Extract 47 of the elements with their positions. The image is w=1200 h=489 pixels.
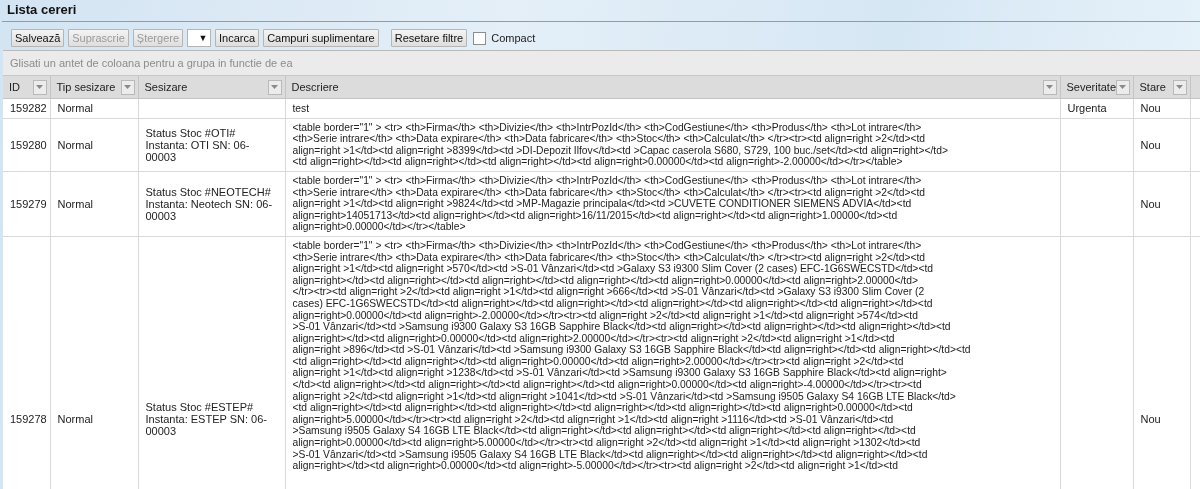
caret-icon [1046,85,1053,89]
description-cell: <table border="1" > <tr> <th>Firma</th> <th>Divizie</th> <th>IntrPozId</th> <th>CodGestiune</th> <th>Produs</th> <th>Lot intrare</th> <th>Serie intrare</th> <th>Data expirare</th> <th>Data fabricare</th> <th>Stoc</th> <th>Calculat</th> </tr><tr><td align=right >2</td><td align=right >1</td><td align=right >8399</td><td >DI-Depozit Ilfov</td><td >Capac caserola S680, S729, 100 buc./set</td><td align=right></td> <td align=right></td><td align=right></td><td align=right></td><td align=right>0.00000</td><td align=right>-2.00000</td></tr></table> [292,121,948,168]
toolbar-button[interactable]: Campuri suplimentare [263,29,379,47]
caret-icon [36,85,43,89]
caret-icon [124,85,131,89]
caret-icon [271,85,278,89]
column-header[interactable]: Stare [1133,76,1190,99]
status-cell: Nou [1140,138,1161,151]
status-cell: Nou [1140,102,1161,115]
column-header[interactable]: ID [3,76,50,99]
status-cell: Nou [1140,413,1161,426]
description-cell: test [292,103,310,115]
page-title: Lista cereri [2,0,1200,22]
column-header[interactable]: Sesizare [138,76,285,99]
subject-cell: Status Stoc #OTI# Instanta: OTI SN: 06- 00003 [145,126,250,163]
toolbar-button[interactable]: Incarca [215,29,260,47]
type-cell: Normal [57,102,93,115]
toolbar-button[interactable]: Resetare filtre [390,29,468,47]
filter-button[interactable] [267,79,282,95]
id-cell: 159278 [10,413,47,426]
dropdown[interactable]: ▼ [187,29,212,47]
compact-checkbox[interactable] [473,31,487,45]
status-cell: Nou [1140,197,1161,210]
column-header[interactable]: Tip sesizare [50,76,138,99]
subject-cell: Status Stoc #ESTEP# Instanta: ESTEP SN: 06- 00003 [145,401,267,438]
filter-button[interactable] [32,79,47,95]
filter-button[interactable] [1116,79,1130,95]
filter-button[interactable] [1042,79,1057,95]
checkbox-label: Compact [491,32,536,44]
id-cell: 159280 [10,138,47,151]
id-cell: 159282 [10,102,47,115]
toolbar-button[interactable]: Salvează [11,29,65,47]
description-cell: <table border="1" > <tr> <th>Firma</th> <th>Divizie</th> <th>IntrPozId</th> <th>CodGestiune</th> <th>Produs</th> <th>Lot intrare</th> <th>Serie intrare</th> <th>Data expirare</th> <th>Data fabricare</th> <th>Stoc</th> <th>Calculat</th> </tr><tr><td align=right >2</td><td align=right >1</td><td align=right >9824</td><td >MP-Magazie principala</td><td >CUVETE CONDITIONER SIEMENS ADVIA</td><td align=right>14051713</td><td align=right></td><td align=right>16/11/2015</td><td align=right></td><td align=right>1.00000</td><td align=right>0.00000</td></tr></table> [292,174,926,233]
column-header[interactable]: Descriere [285,76,1060,99]
group-hint: Glisati un antet de coloana pentru a grupa in functie de ea [10,57,293,69]
type-cell: Normal [57,138,93,151]
column-header[interactable]: Severitate [1060,76,1133,99]
caret-icon [1176,85,1183,89]
filter-button[interactable] [120,79,135,95]
severity-cell: Urgenta [1067,102,1107,115]
description-cell: <table border="1" > <tr> <th>Firma</th> <th>Divizie</th> <th>IntrPozId</th> <th>CodGestiune</th> <th>Produs</th> <th>Lot intrare</th> <th>Serie intrare</th> <th>Data expirare</th> <th>Data fabricare</th> <th>Stoc</th> <th>Calculat</th> </tr><tr><td align=right >2</td><td align=right >1</td><td align=right >570</td><td >S-01 Vânzari</td><td >Galaxy S3 i9300 Slim Cover (2 cases) EFC-1G6SWECSTD</td><td align=right></td><td align=right></td><td align=right></td><td align=right></td><td align=right>0.00000</td><td align=right>2.00000</td> </tr><tr><td align=right >2</td><td align=right >1</td><td align=right >666</td><td >S-01 Vânzari</td><td >Galaxy S3 i9300 Slim Cover (2 cases) EFC-1G6SWECSTD</td><td align=right></td><td align=right></td><td align=right></td><td align=right></td><td align=right></td><td align=right>0.00000</td><td align=right>-2.00000</td></tr><tr><td align=right >2</td><td align=right >1</td><td align=right >574</td><td >S-01 Vânzari</td><td >Samsung i9300 Galaxy S3 16GB Sapphire Black</td><td align=right></td><td align=right></td><td align=right></td><td align=right></td><td align=right>0.00000</td><td align=right>2.00000</td></tr><tr><td align=right >2</td><td align=right >1</td><td align=right >896</td><td >S-01 Vânzari</td><td >Samsung i9300 Galaxy S3 16GB Sapphire Black</td><td align=right></td><td align=right></td><td <td align=right></td><td align=right></td><td align=right>0.00000</td><td align=right>2.00000</td></tr><tr><td align=right >2</td><td align=right >1</td><td align=right >1238</td><td >S-01 Vânzari</td><td >Samsung i9300 Galaxy S3 16GB Sapphire Black</td><td align=right> </td><td align=right></td><td align=right></td><td align=right></td><td align=right>0.00000</td><td align=right>-4.00000</td></tr><tr><td align=right >2</td><td align=right >1</td><td align=right >1041</td><td >S-01 Vânzari</td><td >Samsung i9505 Galaxy S4 16GB LTE Black</td> <td align=right></td><td align=right></td><td align=right></td><td align=right></td><td align=right></td><td align=right>0.00000</td><td align=right>5.00000</td></tr><tr><td align=right >2</td><td align=right >1</td><td align=right >1116</td><td >S-01 Vânzari</td><td >Samsung i9505 Galaxy S4 16GB LTE Black</td><td align=right></td><td align=right></td><td align=right></td><td align=right></td><td align=right>0.00000</td><td align=right>5.00000</td></tr><tr><td align=right >2</td><td align=right >1</td><td align=right >1302</td><td >S-01 Vânzari</td><td >Samsung i9505 Galaxy S4 16GB LTE Black</td><td align=right></td><td align=right></td><td align=right></td><td align=right></td><td align=right>0.00000</td><td align=right>-5.00000</td></tr><tr><td align=right >2</td><td align=right >1</td><td [292,239,971,472]
filter-button[interactable] [1172,79,1187,95]
type-cell: Normal [57,197,93,210]
caret-icon [1119,85,1127,89]
subject-cell: Status Stoc #NEOTECH# Instanta: Neotech SN: 06- 00003 [145,185,273,222]
type-cell: Normal [57,413,93,426]
id-cell: 159279 [10,197,47,210]
